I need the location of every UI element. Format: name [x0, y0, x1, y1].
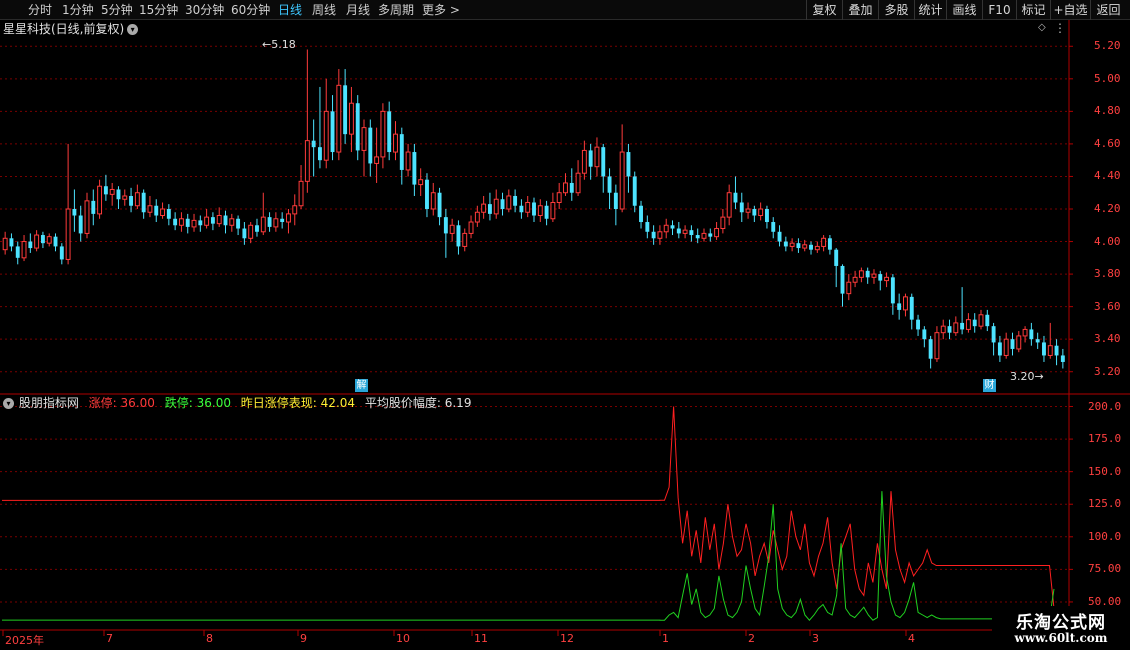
- month-label: 8: [206, 632, 213, 645]
- price-axis-label: 4.20: [1094, 202, 1121, 215]
- watermark-url: www.60lt.com: [1014, 631, 1108, 645]
- month-label: 9: [300, 632, 307, 645]
- low-price-annotation: 3.20→: [1010, 370, 1044, 383]
- low-price-value: 3.20: [1010, 370, 1035, 383]
- limit-up-value: 36.00: [120, 396, 155, 410]
- price-axis-label: 4.40: [1094, 169, 1121, 183]
- price-axis-label: 4.00: [1094, 234, 1121, 248]
- site-watermark: 乐淘公式网 www.60lt.com: [992, 606, 1130, 650]
- avg-amplitude-label: 平均股价幅度:: [364, 396, 441, 410]
- indicator-axis-label: 100.0: [1088, 529, 1122, 543]
- month-label: 1: [662, 632, 669, 645]
- yesterday-label: 昨日涨停表现:: [240, 396, 317, 410]
- limit-down-value: 36.00: [196, 396, 231, 410]
- indicator-axis-label: 200.0: [1088, 399, 1122, 413]
- month-label: 3: [812, 632, 819, 645]
- avg-amplitude-value: 6.19: [444, 396, 472, 410]
- price-axis-label: 3.60: [1094, 299, 1121, 313]
- diamond-icon[interactable]: ◇: [1038, 22, 1046, 33]
- indicator-title: ▾ 股朋指标网 涨停: 36.00 跌停: 36.00 昨日涨停表现: 42.0…: [3, 396, 471, 411]
- indicator-name[interactable]: 股朋指标网: [19, 396, 79, 410]
- indicator-axis-label: 175.0: [1088, 432, 1122, 446]
- chevron-down-icon[interactable]: ▾: [127, 24, 139, 35]
- indicator-axis-label: 125.0: [1088, 497, 1122, 511]
- high-price-value: 5.18: [271, 38, 296, 51]
- month-label: 11: [474, 632, 488, 645]
- arrow-icon: →: [1034, 370, 1044, 383]
- chevron-down-icon[interactable]: ▾: [3, 398, 14, 409]
- price-axis-label: 4.60: [1094, 136, 1121, 150]
- indicator-axis-label: 75.00: [1088, 562, 1122, 576]
- limit-down-label: 跌停:: [164, 396, 193, 410]
- stock-title-text: 星星科技(日线,前复权): [3, 22, 125, 36]
- stock-title[interactable]: 星星科技(日线,前复权) ▾: [3, 21, 139, 37]
- yesterday-value: 42.04: [320, 396, 356, 410]
- month-label: 2: [748, 632, 755, 645]
- price-axis-label: 4.80: [1094, 104, 1121, 118]
- price-axis-label: 3.40: [1094, 332, 1121, 346]
- unlock-marker[interactable]: 解: [355, 379, 368, 392]
- price-axis-label: 5.00: [1094, 71, 1121, 85]
- month-label: 7: [106, 632, 113, 645]
- axis-frame: [0, 20, 1130, 650]
- indicator-axis-label: 150.0: [1088, 464, 1122, 478]
- limit-up-label: 涨停:: [88, 396, 117, 410]
- price-axis-label: 3.80: [1094, 267, 1121, 281]
- arrow-icon: ←: [262, 38, 272, 51]
- finance-marker[interactable]: 财: [983, 379, 996, 392]
- price-axis-label: 3.20: [1094, 364, 1121, 378]
- high-price-annotation: ←5.18: [262, 38, 296, 51]
- month-label: 4: [908, 632, 915, 645]
- watermark-logo: 乐淘公式网: [1016, 613, 1106, 633]
- price-axis-label: 5.20: [1094, 39, 1121, 53]
- month-label: 12: [560, 632, 574, 645]
- month-label: 2025年: [5, 634, 44, 647]
- month-label: 10: [396, 632, 410, 645]
- more-icon[interactable]: ⋮: [1054, 21, 1066, 35]
